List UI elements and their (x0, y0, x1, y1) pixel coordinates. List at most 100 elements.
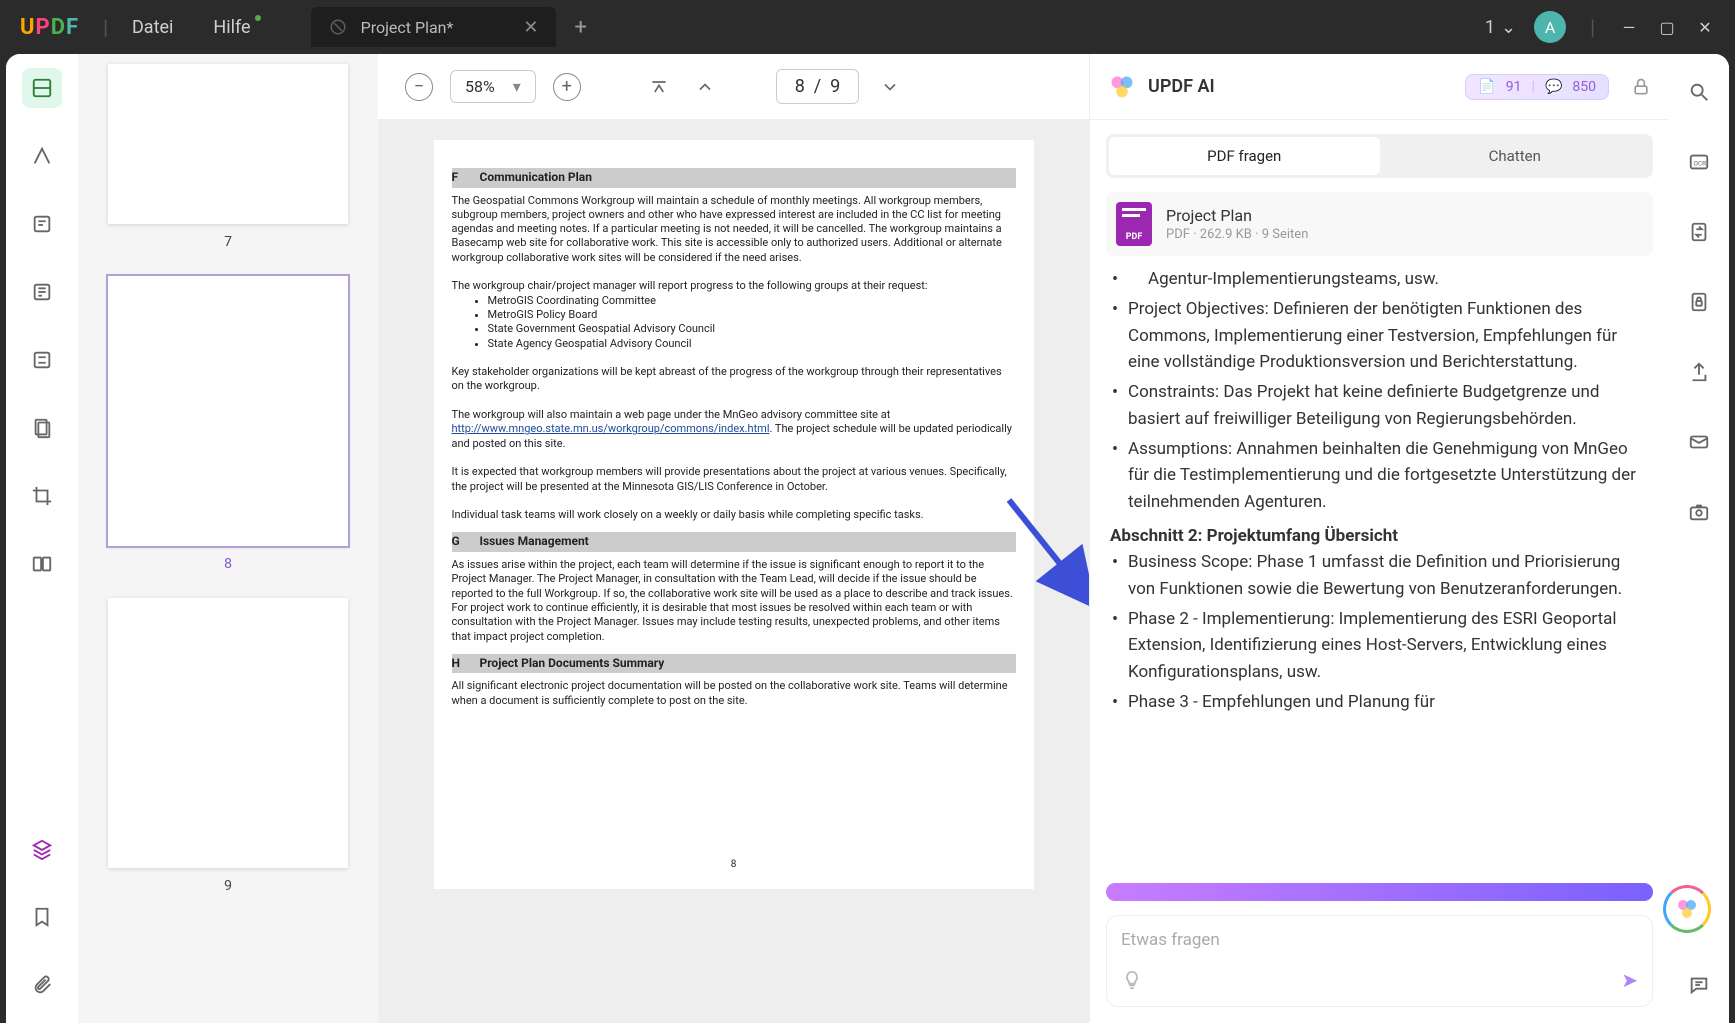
thumbnail-8[interactable]: 8 (108, 276, 348, 572)
layers-tool[interactable] (22, 829, 62, 869)
workspace-selector[interactable]: 1⌄ (1485, 17, 1516, 38)
tab-chatten[interactable]: Chatten (1380, 137, 1651, 175)
compare-tool[interactable] (22, 544, 62, 584)
chat-button[interactable] (1679, 965, 1719, 1005)
page-link[interactable]: http://www.mngeo.state.mn.us/workgroup/c… (452, 422, 770, 435)
chevron-down-icon (880, 77, 900, 97)
minimize-button[interactable]: — (1619, 18, 1639, 37)
maximize-button[interactable]: ▢ (1657, 18, 1677, 37)
page-paragraph: Individual task teams will work closely … (452, 508, 1016, 522)
svg-text:OCR: OCR (1694, 160, 1707, 168)
ai-response-item: Assumptions: Annahmen beinhalten die Gen… (1110, 436, 1649, 515)
convert-icon (1688, 221, 1710, 243)
page-paragraph: The workgroup will also maintain a web p… (452, 408, 1016, 451)
send-button[interactable]: ➤ (1621, 968, 1638, 992)
ai-tabs: PDF fragen Chatten (1106, 134, 1653, 178)
close-window-button[interactable]: ✕ (1695, 18, 1715, 37)
document-chip[interactable]: PDF Project Plan PDF · 262.9 KB · 9 Seit… (1106, 192, 1653, 256)
chevron-down-icon: ▾ (513, 77, 521, 96)
ai-question-input[interactable] (1121, 930, 1638, 950)
attachment-tool[interactable] (22, 965, 62, 1005)
credits-pill[interactable]: 📄91 | 💬850 (1465, 74, 1609, 100)
list-item: State Government Geospatial Advisory Cou… (488, 322, 1016, 336)
workspace-number: 1 (1485, 17, 1495, 38)
separator: | (103, 15, 108, 39)
doc-chip-meta: PDF · 262.9 KB · 9 Seiten (1166, 227, 1308, 242)
page-number-footer: 8 (452, 858, 1016, 871)
user-avatar[interactable]: A (1534, 11, 1566, 43)
page-number-input[interactable]: 8 / 9 (776, 69, 860, 104)
menu-help[interactable]: Hilfe (213, 17, 250, 38)
page-paragraph: Key stakeholder organizations will be ke… (452, 365, 1016, 394)
thumbnails-icon (31, 77, 53, 99)
chevron-up-icon (695, 77, 715, 97)
right-tool-rail: OCR (1669, 54, 1729, 1023)
thumb-preview (108, 598, 348, 868)
compare-icon (31, 553, 53, 575)
ocr-button[interactable]: OCR (1679, 142, 1719, 182)
layers-icon (31, 838, 53, 860)
credit-doc-icon: 📄 (1478, 79, 1495, 95)
tab-pdf-fragen[interactable]: PDF fragen (1109, 137, 1380, 175)
ai-response-body[interactable]: Agentur-Implementierungsteams, usw. Proj… (1090, 266, 1669, 875)
chevron-down-icon: ⌄ (1501, 17, 1516, 38)
zoom-in-button[interactable]: + (552, 72, 582, 102)
thumb-preview (108, 276, 348, 546)
doc-chip-title: Project Plan (1166, 206, 1308, 225)
page-tool[interactable] (22, 408, 62, 448)
document-tab[interactable]: Project Plan* ✕ (311, 7, 557, 47)
new-tab-button[interactable]: + (574, 15, 586, 40)
page-view: − 58% ▾ + 8 / 9 F Communication Plan The … (378, 54, 1089, 1023)
list-item: MetroGIS Coordinating Committee (488, 294, 1016, 308)
convert-button[interactable] (1679, 212, 1719, 252)
credits-chat-count: 850 (1572, 79, 1596, 95)
page-separator: / (814, 76, 821, 97)
thumbnail-7[interactable]: 7 (108, 64, 348, 250)
menu-help-label: Hilfe (213, 17, 250, 38)
thumbnail-9[interactable]: 9 (108, 598, 348, 894)
section-heading-f: F Communication Plan (452, 168, 1016, 188)
lock-icon[interactable] (1631, 77, 1651, 97)
form-tool[interactable] (22, 340, 62, 380)
bookmark-icon (31, 906, 53, 928)
thumbnails-tool[interactable] (22, 68, 62, 108)
ai-logo-icon (1108, 73, 1136, 101)
text-tool[interactable] (22, 272, 62, 312)
ai-title: UPDF AI (1148, 76, 1215, 97)
ai-response-heading: Abschnitt 2: Projektumfang Übersicht (1110, 523, 1649, 549)
screenshot-button[interactable] (1679, 492, 1719, 532)
current-page: 8 (795, 76, 805, 97)
menu-file[interactable]: Datei (132, 17, 173, 38)
page-canvas[interactable]: F Communication Plan The Geospatial Comm… (378, 120, 1089, 1023)
prev-page-button[interactable] (690, 72, 720, 102)
first-page-button[interactable] (644, 72, 674, 102)
ai-header: UPDF AI 📄91 | 💬850 (1090, 54, 1669, 120)
zoom-level-select[interactable]: 58% ▾ (450, 70, 536, 103)
page-paragraph: It is expected that workgroup members wi… (452, 465, 1016, 494)
thumb-number: 8 (108, 556, 348, 572)
lightbulb-icon[interactable] (1121, 969, 1143, 991)
ai-response-item: Phase 3 - Empfehlungen und Planung für (1110, 689, 1649, 715)
zoom-value: 58% (465, 77, 495, 96)
list-item: MetroGIS Policy Board (488, 308, 1016, 322)
bookmark-tool[interactable] (22, 897, 62, 937)
page-paragraph: As issues arise within the project, each… (452, 558, 1016, 644)
zoom-out-button[interactable]: − (404, 72, 434, 102)
share-button[interactable] (1679, 352, 1719, 392)
next-page-button[interactable] (875, 72, 905, 102)
ai-fab-button[interactable] (1663, 885, 1711, 933)
tab-close-button[interactable]: ✕ (523, 17, 538, 38)
crop-tool[interactable] (22, 476, 62, 516)
titlebar: UPDF | Datei Hilfe Project Plan* ✕ + 1⌄ … (0, 0, 1735, 54)
protect-button[interactable] (1679, 282, 1719, 322)
email-button[interactable] (1679, 422, 1719, 462)
highlight-tool[interactable] (22, 136, 62, 176)
ocr-icon: OCR (1688, 151, 1710, 173)
tab-document-icon (329, 18, 347, 36)
ai-response-item: Phase 2 - Implementierung: Implementieru… (1110, 606, 1649, 685)
thumb-number: 9 (108, 878, 348, 894)
search-button[interactable] (1679, 72, 1719, 112)
form-icon (31, 349, 53, 371)
comment-tool[interactable] (22, 204, 62, 244)
thumbnail-panel[interactable]: 7 8 9 (78, 54, 378, 1023)
